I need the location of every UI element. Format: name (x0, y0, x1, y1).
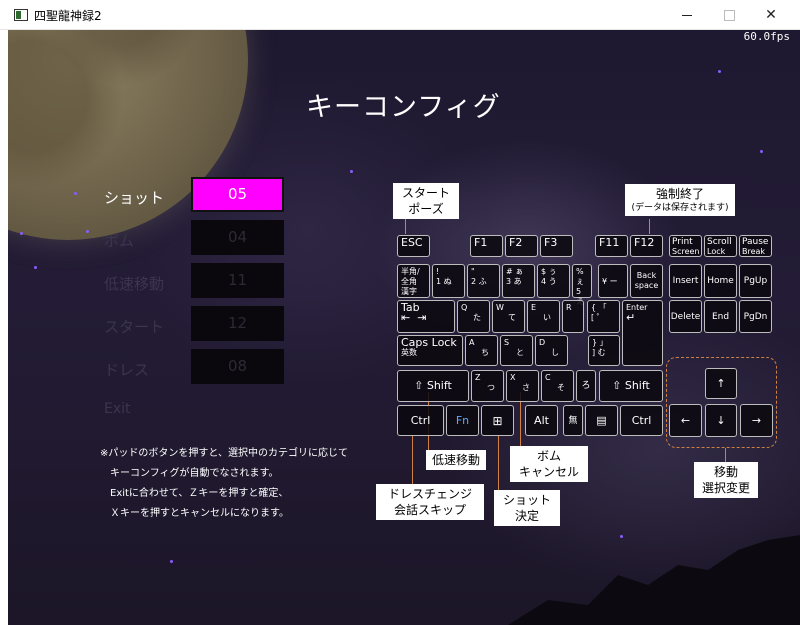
windows-icon: ⊞ (492, 413, 503, 428)
app-icon (14, 9, 28, 21)
key-arrow-down: ↓ (705, 404, 737, 437)
minimize-button[interactable] (664, 0, 710, 30)
key-r: R (562, 300, 584, 333)
key-q: Qた (457, 300, 490, 333)
star (74, 192, 77, 195)
key-e: Eい (527, 300, 560, 333)
page-title: キーコンフィグ (306, 92, 501, 123)
key-esc: ESC (397, 235, 430, 257)
key-w: Wて (492, 300, 525, 333)
close-button[interactable]: ✕ (748, 0, 794, 30)
menu-value-dress[interactable]: 08 (191, 349, 284, 384)
key-insert: Insert (669, 264, 702, 298)
key-a: Aち (465, 335, 498, 366)
leader-line (498, 436, 499, 490)
key-menu: ▤ (585, 405, 618, 436)
key-z: Zつ (471, 370, 504, 402)
callout-start-pause: スタート ポーズ (393, 183, 459, 219)
menu-value-bomb[interactable]: 04 (191, 220, 284, 255)
leader-line (412, 436, 413, 484)
key-x: Xさ (506, 370, 539, 402)
key-f12: F12 (630, 235, 663, 257)
star (350, 170, 353, 173)
key-muhenkan: 無 (563, 405, 583, 436)
key-s: Sと (500, 335, 533, 366)
menu-value-shot[interactable]: 05 (191, 177, 284, 212)
star (718, 70, 721, 73)
callout-shot-confirm: ショット 決定 (494, 490, 560, 526)
star (34, 266, 37, 269)
leader-line (725, 448, 726, 462)
game-screen: 60.0fps キーコンフィグ ショット 05 ボム 04 低速移動 11 スタ… (8, 30, 800, 625)
callout-force-quit: 強制終了 (データは保存されます) (625, 184, 735, 216)
key-pgdn: PgDn (739, 300, 772, 333)
menu-label-dress[interactable]: ドレス (104, 359, 204, 380)
fps-counter: 60.0fps (743, 30, 790, 43)
star (760, 150, 763, 153)
key-right-ctrl: Ctrl (620, 405, 663, 436)
menu-exit[interactable]: Exit (104, 401, 204, 417)
key-f11: F11 (595, 235, 628, 257)
key-left-shift: ⇧ Shift (397, 370, 469, 402)
window-titlebar: 四聖龍神録2 ✕ (0, 0, 800, 30)
star (86, 230, 89, 233)
key-pause-break: Pause Break (739, 235, 772, 257)
callout-dress-skip: ドレスチェンジ 会話スキップ (376, 484, 484, 520)
key-print-screen: Print Screen (669, 235, 702, 257)
key-f2: F2 (505, 235, 538, 257)
key-5: % ぇ5 え (572, 264, 592, 306)
key-hankaku: 半角/全角 漢字 (397, 264, 430, 298)
key-enter: Enter ↵ (622, 300, 663, 366)
star (170, 560, 173, 563)
key-d: Dし (535, 335, 568, 366)
key-caps-lock: Caps Lock 英数 (397, 335, 463, 366)
window-title: 四聖龍神録2 (34, 9, 102, 23)
key-ro: ろ (576, 370, 596, 402)
callout-bomb-cancel: ボム キャンセル (510, 446, 588, 482)
menu-label-bomb[interactable]: ボム (104, 230, 204, 251)
menu-value-start[interactable]: 12 (191, 306, 284, 341)
star (620, 535, 623, 538)
key-4: $ ぅ4 う (537, 264, 570, 298)
key-yen: ¥ ー (598, 264, 628, 298)
key-end: End (704, 300, 737, 333)
key-scroll-lock: Scroll Lock (704, 235, 737, 257)
key-left-ctrl: Ctrl (397, 405, 444, 436)
key-home: Home (704, 264, 737, 298)
menu-value-slow-move[interactable]: 11 (191, 263, 284, 298)
menu-label-slow-move[interactable]: 低速移動 (104, 273, 204, 294)
menu-label-start[interactable]: スタート (104, 316, 204, 337)
menu-key-icon: ▤ (596, 413, 607, 427)
help-note: ※パッドのボタンを押すと、選択中のカテゴリに応じて キーコンフィグが自動でなされ… (100, 448, 348, 519)
key-windows: ⊞ (481, 405, 514, 436)
key-1: ! 1 ぬ (432, 264, 465, 298)
key-c: Cそ (541, 370, 574, 402)
callout-slow-move: 低速移動 (426, 450, 486, 470)
key-right-shift: ⇧ Shift (599, 370, 663, 402)
key-alt: Alt (525, 405, 558, 436)
leader-line (405, 219, 406, 234)
menu-label-shot[interactable]: ショット (104, 187, 204, 208)
key-f3: F3 (540, 235, 573, 257)
key-pgup: PgUp (739, 264, 772, 298)
key-bracket-close: } 」] む (588, 335, 620, 366)
key-fn: Fn (446, 405, 479, 436)
key-delete: Delete (669, 300, 702, 333)
key-tab: Tab ⇤ ⇥ (397, 300, 455, 333)
leader-line (649, 219, 650, 234)
callout-move-select: 移動 選択変更 (694, 462, 758, 498)
key-arrow-right: → (740, 404, 773, 437)
key-bracket-open: { 「[ ゜ (587, 300, 620, 333)
key-arrow-up: ↑ (705, 368, 737, 399)
key-2: " 2 ふ (467, 264, 500, 298)
key-3: # ぁ3 あ (502, 264, 535, 298)
key-f1: F1 (470, 235, 503, 257)
key-backspace: Back space (630, 264, 663, 298)
star (20, 232, 23, 235)
maximize-button[interactable] (706, 0, 752, 30)
key-arrow-left: ← (669, 404, 702, 437)
